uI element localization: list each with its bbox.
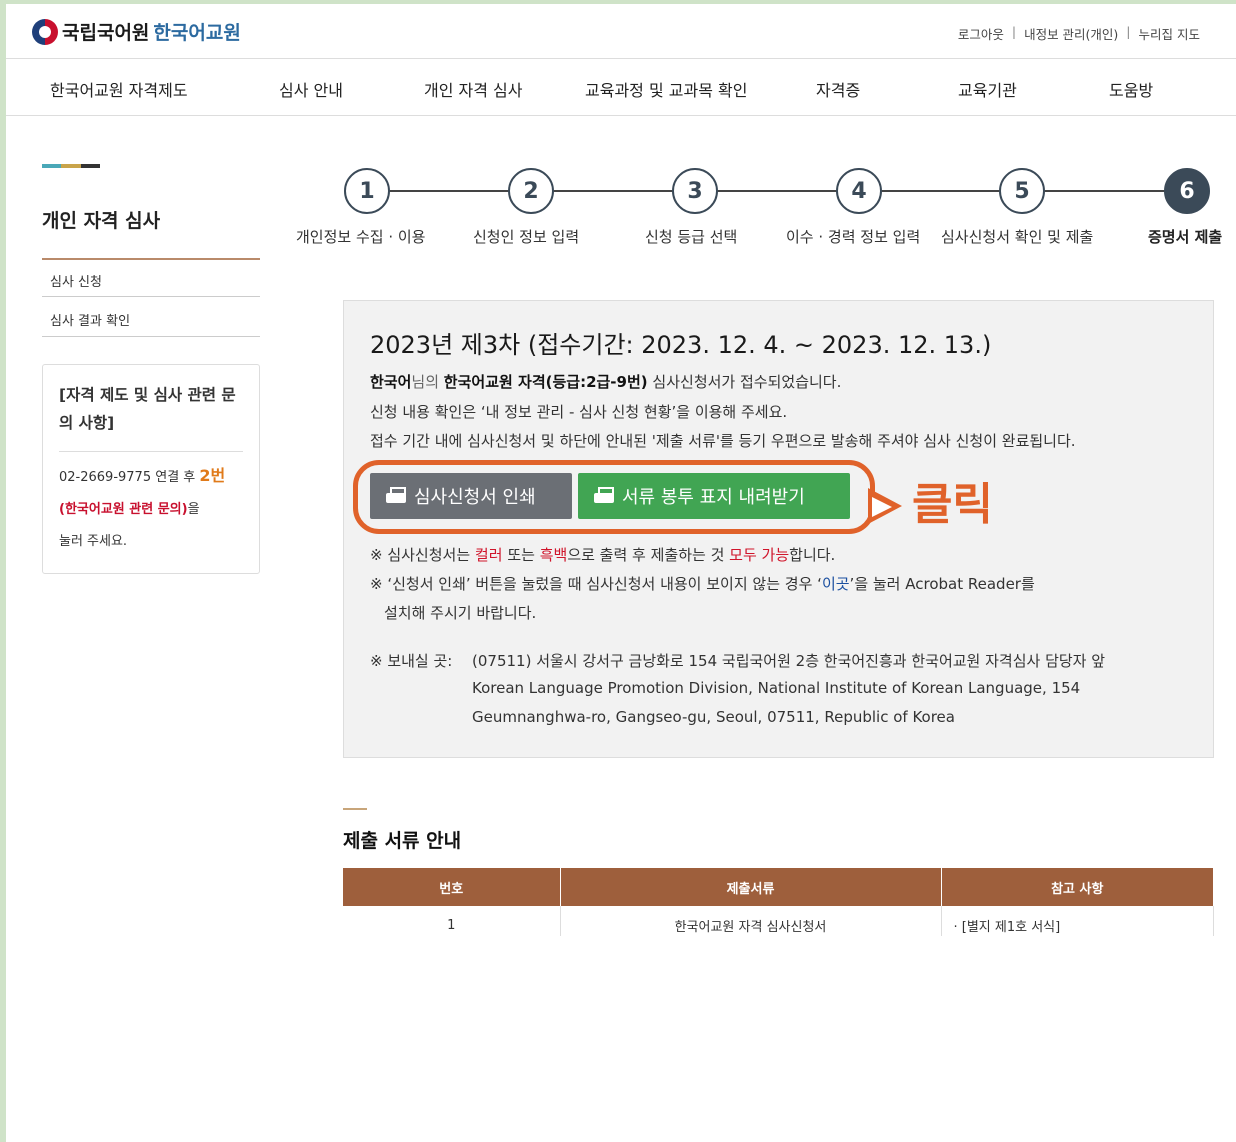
note-text: 으로 출력 후 제출하는 것 <box>567 546 725 564</box>
blank-lower-area <box>6 936 1236 1142</box>
check-guide: 신청 내용 확인은 ‘내 정보 관리 - 심사 신청 현황’을 이용해 주세요. <box>370 403 788 421</box>
note-all-text: 모두 가능 <box>729 546 790 564</box>
acrobat-link[interactable]: 이곳 <box>822 575 850 593</box>
top-bar: 국립국어원 한국어교원 로그아웃 | 내정보 관리(개인) | 누리집 지도 <box>6 4 1236 58</box>
acrobat-note-cont: 설치해 주시기 바랍니다. <box>384 604 537 622</box>
step-4-label: 이수 · 경력 정보 입력 <box>786 228 921 246</box>
step-5-label: 심사신청서 확인 및 제출 <box>941 228 1094 246</box>
click-highlight-outline <box>353 460 875 534</box>
press-text: 눌러 주세요. <box>59 534 128 549</box>
sidebar-divider <box>42 258 260 260</box>
util-separator: | <box>1011 24 1017 39</box>
step-4-circle: 4 <box>836 168 882 214</box>
inquiry-box: [자격 제도 및 심사 관련 문의 사항] 02-2669-9775 연결 후 … <box>42 364 260 574</box>
sidebar-divider <box>42 336 260 337</box>
col-header-number: 번호 <box>343 868 561 906</box>
sidebar-deco-bar <box>42 164 100 168</box>
note-text: 또는 <box>507 546 535 564</box>
docs-table: 번호 제출서류 참고 사항 1 한국어교원 자격 심사신청서 · [별지 제1호… <box>343 868 1214 947</box>
nim-text: 님의 <box>411 373 440 391</box>
certificate-grade: 한국어교원 자격(등급:2급-9번) <box>443 373 648 391</box>
sitemap-link[interactable]: 누리집 지도 <box>1139 24 1200 43</box>
applicant-name: 한국어 <box>370 373 412 391</box>
inquiry-box-title: [자격 제도 및 심사 관련 문의 사항] <box>59 386 236 432</box>
extension-number: 2번 <box>199 466 226 485</box>
note-text: 합니다. <box>789 546 836 564</box>
nav-item-institutions[interactable]: 교육기관 <box>958 77 1017 101</box>
table-header-row: 번호 제출서류 참고 사항 <box>343 868 1214 906</box>
step-3-circle: 3 <box>672 168 718 214</box>
sidebar-item-apply[interactable]: 심사 신청 <box>50 271 102 290</box>
inquiry-type: (한국어교원 관련 문의) <box>59 502 188 517</box>
step-1-circle: 1 <box>344 168 390 214</box>
inquiry-box-text: 02-2669-9775 연결 후 2번 (한국어교원 관련 문의)을 눌러 주… <box>59 460 243 558</box>
click-callout-text: 클릭 <box>912 479 993 530</box>
nav-item-curriculum[interactable]: 교육과정 및 교과목 확인 <box>585 77 747 101</box>
utility-links: 로그아웃 | 내정보 관리(개인) | 누리집 지도 <box>958 24 1200 43</box>
note-color-text: 컬러 <box>474 546 503 564</box>
deco-segment <box>80 164 100 168</box>
logo-main-text: 국립국어원 <box>62 22 150 44</box>
step-1-label: 개인정보 수집 · 이용 <box>296 228 426 246</box>
step-2-circle: 2 <box>508 168 554 214</box>
step-5-circle: 5 <box>999 168 1045 214</box>
acrobat-note: ※ ‘신청서 인쇄’ 버튼을 눌렀을 때 심사신청서 내용이 보이지 않는 경우… <box>370 573 1035 594</box>
phone-number: 02-2669-9775 <box>59 470 152 485</box>
receipt-message: 한국어님의 한국어교원 자격(등급:2급-9번) 심사신청서가 접수되었습니다. <box>370 371 841 392</box>
steps-connector-line <box>367 190 1187 192</box>
phone-mid-text: 연결 후 <box>155 470 196 485</box>
sidebar-title: 개인 자격 심사 <box>42 210 161 232</box>
step-6-circle: 6 <box>1164 168 1210 214</box>
inquiry-suffix: 을 <box>187 502 200 517</box>
step-6-label: 증명서 제출 <box>1148 228 1223 246</box>
nav-item-guide[interactable]: 심사 안내 <box>279 77 343 101</box>
address-korean: (07511) 서울시 강서구 금낭화로 154 국립국어원 2층 한국어진흥과… <box>472 652 1106 670</box>
note-bw-text: 흑백 <box>539 546 568 564</box>
mail-guide: 접수 기간 내에 심사신청서 및 하단에 안내된 '제출 서류'를 등기 우편으… <box>370 432 1076 450</box>
deco-segment <box>61 164 81 168</box>
taegeuk-emblem-icon <box>32 18 58 45</box>
address-english-1: Korean Language Promotion Division, Nati… <box>472 679 1081 697</box>
logout-link[interactable]: 로그아웃 <box>958 24 1004 43</box>
nav-item-help[interactable]: 도움방 <box>1109 77 1153 101</box>
nav-item-certificate[interactable]: 자격증 <box>816 77 860 101</box>
util-separator: | <box>1126 24 1131 39</box>
note-text: ※ 심사신청서는 <box>370 546 471 564</box>
main-nav: 한국어교원 자격제도 심사 안내 개인 자격 심사 교육과정 및 교과목 확인 … <box>6 58 1236 116</box>
step-3-label: 신청 등급 선택 <box>645 228 738 246</box>
callout-arrow-inner <box>872 497 892 517</box>
logo-sub-text: 한국어교원 <box>153 22 241 44</box>
nav-item-system[interactable]: 한국어교원 자격제도 <box>50 77 188 101</box>
col-header-document: 제출서류 <box>560 868 942 906</box>
section-deco-line <box>343 808 367 810</box>
docs-section-title: 제출 서류 안내 <box>343 830 462 852</box>
my-info-link[interactable]: 내정보 관리(개인) <box>1024 24 1118 43</box>
round-title: 2023년 제3차 (접수기간: 2023. 12. 4. ~ 2023. 12… <box>370 331 992 359</box>
receipt-rest: 심사신청서가 접수되었습니다. <box>652 373 842 391</box>
print-color-note: ※ 심사신청서는 컬러 또는 흑백으로 출력 후 제출하는 것 모두 가능합니다… <box>370 544 835 565</box>
nav-item-personal-review[interactable]: 개인 자격 심사 <box>424 77 523 101</box>
site-logo[interactable]: 국립국어원 한국어교원 <box>32 18 241 45</box>
deco-segment <box>42 164 62 168</box>
inquiry-box-divider <box>59 451 243 452</box>
address-label: ※ 보내실 곳: <box>370 652 453 670</box>
step-2-label: 신청인 정보 입력 <box>473 228 580 246</box>
sidebar-item-result[interactable]: 심사 결과 확인 <box>50 310 130 329</box>
address-english-2: Geumnanghwa-ro, Gangseo-gu, Seoul, 07511… <box>472 708 955 726</box>
sidebar-divider <box>42 296 260 297</box>
note-text: ’을 눌러 Acrobat Reader를 <box>849 575 1035 593</box>
col-header-note: 참고 사항 <box>941 868 1214 906</box>
note-text: ※ ‘신청서 인쇄’ 버튼을 눌렀을 때 심사신청서 내용이 보이지 않는 경우… <box>370 575 822 593</box>
